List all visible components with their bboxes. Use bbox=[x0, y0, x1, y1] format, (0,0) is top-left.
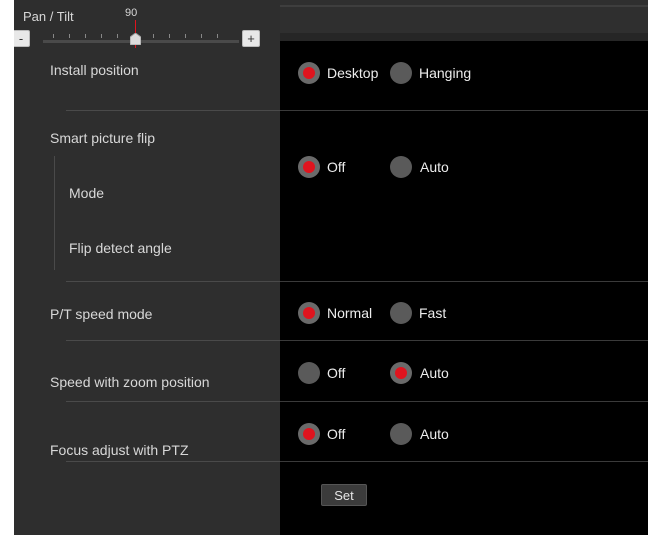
separator bbox=[66, 110, 280, 111]
flip-auto-radio[interactable] bbox=[390, 156, 412, 178]
slider-tick bbox=[185, 34, 186, 38]
focus-adjust-label: Focus adjust with PTZ bbox=[50, 442, 189, 458]
slider-tick bbox=[153, 34, 154, 38]
pan-tilt-slider: Pan / Tilt 90 - + bbox=[14, 0, 260, 60]
separator bbox=[280, 110, 648, 111]
flip-off-radio[interactable] bbox=[298, 156, 320, 178]
top-bar-stripe bbox=[280, 5, 648, 7]
install-desktop-radio[interactable] bbox=[298, 62, 320, 84]
speed-zoom-label: Speed with zoom position bbox=[50, 374, 210, 390]
set-button[interactable]: Set bbox=[321, 484, 367, 506]
slider-tick bbox=[217, 34, 218, 38]
separator bbox=[66, 340, 280, 341]
slider-thumb[interactable] bbox=[130, 33, 141, 45]
zoom-off-label: Off bbox=[327, 365, 346, 381]
speed-normal-radio[interactable] bbox=[298, 302, 320, 324]
focus-off-label: Off bbox=[327, 426, 346, 442]
flip-detect-angle-label: Flip detect angle bbox=[69, 240, 172, 256]
install-position-label: Install position bbox=[50, 62, 139, 78]
pt-speed-mode-label: P/T speed mode bbox=[50, 306, 153, 322]
slider-tick bbox=[169, 34, 170, 38]
mode-label: Mode bbox=[69, 185, 105, 201]
install-hanging-radio[interactable] bbox=[390, 62, 412, 84]
top-bar-edge bbox=[280, 33, 648, 41]
install-hanging-label: Hanging bbox=[419, 65, 472, 81]
separator bbox=[280, 461, 648, 462]
flip-off-label: Off bbox=[327, 159, 346, 175]
slider-track[interactable] bbox=[43, 40, 239, 43]
speed-normal-label: Normal bbox=[327, 305, 373, 321]
separator bbox=[280, 340, 648, 341]
group-indent-line bbox=[54, 156, 55, 270]
separator bbox=[66, 401, 280, 402]
focus-off-radio[interactable] bbox=[298, 423, 320, 445]
speed-fast-label: Fast bbox=[419, 305, 447, 321]
pan-tilt-value: 90 bbox=[125, 7, 138, 19]
slider-tick bbox=[101, 34, 102, 38]
slider-tick bbox=[53, 34, 54, 38]
zoom-auto-radio[interactable] bbox=[390, 362, 412, 384]
top-bar bbox=[280, 0, 648, 41]
focus-auto-radio[interactable] bbox=[390, 423, 412, 445]
settings-panel: Pan / Tilt 90 - + Install position Deskt… bbox=[14, 0, 648, 535]
slider-tick bbox=[201, 34, 202, 38]
pan-tilt-title: Pan / Tilt bbox=[23, 9, 74, 24]
focus-auto-label: Auto bbox=[420, 426, 449, 442]
separator bbox=[280, 281, 648, 282]
separator bbox=[280, 401, 648, 402]
pan-tilt-minus-button[interactable]: - bbox=[14, 30, 30, 47]
zoom-auto-label: Auto bbox=[420, 365, 449, 381]
speed-fast-radio[interactable] bbox=[390, 302, 412, 324]
slider-tick bbox=[69, 34, 70, 38]
install-desktop-label: Desktop bbox=[327, 65, 379, 81]
zoom-off-radio[interactable] bbox=[298, 362, 320, 384]
separator bbox=[66, 281, 280, 282]
slider-tick bbox=[117, 34, 118, 38]
smart-picture-flip-label: Smart picture flip bbox=[50, 130, 156, 146]
slider-tick bbox=[85, 34, 86, 38]
separator bbox=[66, 461, 280, 462]
pan-tilt-plus-button[interactable]: + bbox=[242, 30, 260, 47]
flip-auto-label: Auto bbox=[420, 159, 449, 175]
